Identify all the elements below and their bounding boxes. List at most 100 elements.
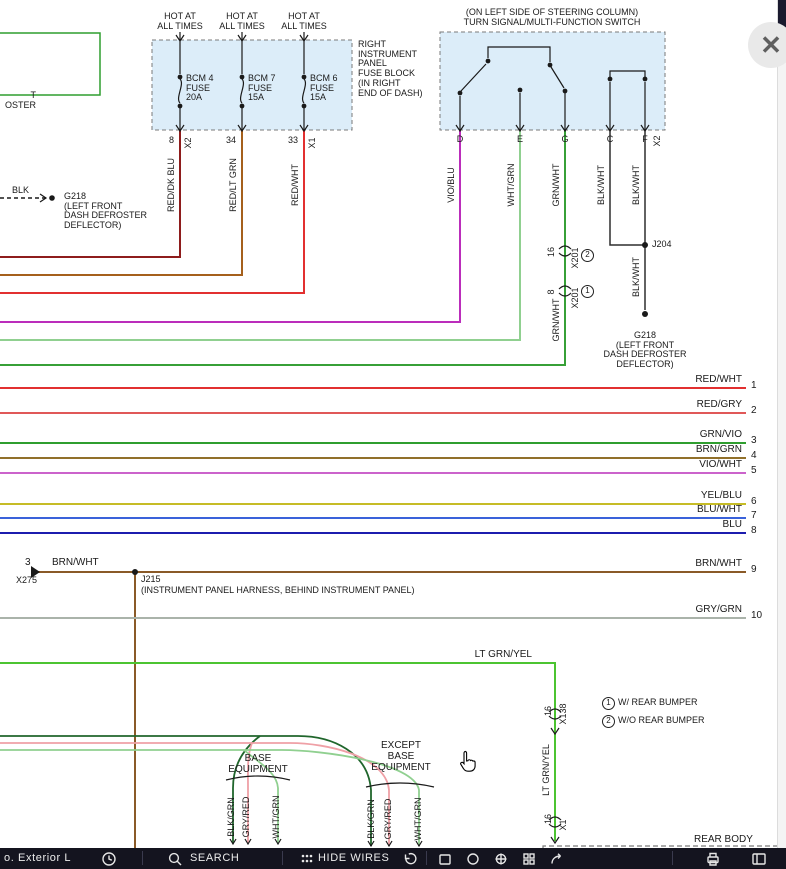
j204-label: J204 bbox=[652, 240, 672, 250]
undo-button[interactable] bbox=[400, 850, 418, 868]
wire-label-blk-wht-c: BLK/WHT bbox=[596, 165, 606, 205]
fuse-3-label: BCM 6 FUSE 15A bbox=[310, 74, 338, 103]
wire-label-blk-wht-f: BLK/WHT bbox=[631, 165, 641, 205]
grid-button[interactable] bbox=[520, 850, 538, 868]
conn-x138: X138 bbox=[558, 703, 568, 724]
print-button[interactable] bbox=[704, 850, 722, 868]
close-button[interactable]: ✕ bbox=[748, 22, 786, 68]
fuse-pin-8: 8 bbox=[154, 136, 174, 146]
panel-button[interactable] bbox=[750, 850, 768, 868]
toolbar-divider bbox=[282, 851, 283, 865]
component-label-fragment: T OSTER bbox=[0, 91, 36, 110]
run-2-label: RED/GRY bbox=[640, 400, 742, 411]
run-10-label: GRY/GRN bbox=[640, 605, 742, 616]
switch-title: (ON LEFT SIDE OF STEERING COLUMN) TURN S… bbox=[464, 8, 641, 27]
cursor-pointer-icon bbox=[458, 750, 478, 774]
run-2-num: 2 bbox=[751, 406, 757, 417]
close-icon: ✕ bbox=[760, 30, 782, 61]
x201-pin-8: 8 bbox=[546, 289, 556, 294]
turn-signal-switch-box bbox=[440, 32, 665, 130]
hot-label-3: HOT AT ALL TIMES bbox=[281, 12, 327, 31]
grid-icon bbox=[521, 851, 537, 867]
note-wo-rear-bumper: 2W/O REAR BUMPER bbox=[602, 705, 705, 728]
j215-note: (INSTRUMENT PANEL HARNESS, BEHIND INSTRU… bbox=[141, 586, 415, 596]
hot-label-2: HOT AT ALL TIMES bbox=[219, 12, 265, 31]
wiring-diagram-viewer: T OSTER BLK G218 (LEFT FRONT DASH DEFROS… bbox=[0, 0, 786, 869]
except-wire-blk-grn: BLK/GRN bbox=[366, 799, 376, 839]
x201-note-1: 1 bbox=[581, 285, 597, 298]
circled-2: 2 bbox=[581, 249, 594, 262]
run-4-label: BRN/GRN bbox=[640, 445, 742, 456]
splice-dot-left bbox=[49, 195, 55, 201]
run-10-num: 10 bbox=[751, 611, 762, 622]
base-bracket bbox=[226, 776, 290, 780]
circled-1: 1 bbox=[581, 285, 594, 298]
fuse-pin-34: 34 bbox=[216, 136, 236, 146]
toolbar-divider bbox=[142, 851, 143, 865]
x201-pin-16: 16 bbox=[546, 247, 556, 257]
base-equipment-title: BASE EQUIPMENT bbox=[228, 754, 287, 776]
x1-pin-16: 16 bbox=[543, 814, 553, 824]
frame-icon bbox=[437, 851, 453, 867]
search-button[interactable] bbox=[166, 850, 184, 868]
run-1-num: 1 bbox=[751, 381, 757, 392]
toolbar-left-label[interactable]: o. Exterior L bbox=[4, 852, 71, 864]
run-7-num: 7 bbox=[751, 511, 757, 522]
frame-button[interactable] bbox=[436, 850, 454, 868]
run-9-label: BRN/WHT bbox=[640, 559, 742, 570]
search-label[interactable]: SEARCH bbox=[190, 852, 239, 864]
wire-label-red-ltgrn: RED/LT GRN bbox=[228, 158, 238, 212]
lt-grn-yel-label: LT GRN/YEL bbox=[440, 650, 532, 661]
fuse-2-label: BCM 7 FUSE 15A bbox=[248, 74, 276, 103]
junction-j204 bbox=[642, 242, 648, 248]
switch-pin-d: D bbox=[457, 135, 464, 145]
blk-wire-label: BLK bbox=[12, 186, 29, 196]
wire-label-grn-wht: GRN/WHT bbox=[551, 164, 561, 207]
x201-conn-2: X201 bbox=[570, 287, 580, 308]
hide-wires-label[interactable]: HIDE WIRES bbox=[318, 852, 389, 864]
wire-grn-wht bbox=[0, 130, 565, 365]
wire-label-vio-blu: VIO/BLU bbox=[446, 167, 456, 203]
circle-button[interactable] bbox=[464, 850, 482, 868]
wires-button[interactable] bbox=[298, 850, 316, 868]
scrollbar[interactable] bbox=[777, 0, 786, 848]
lt-grn-yel-vlabel: LT GRN/YEL bbox=[541, 744, 551, 796]
fuse-1-label: BCM 4 FUSE 20A bbox=[186, 74, 214, 103]
defroster-component-box bbox=[0, 33, 100, 95]
history-icon bbox=[101, 851, 117, 867]
run-5-label: VIO/WHT bbox=[640, 460, 742, 471]
circle-icon bbox=[465, 851, 481, 867]
conn-x275: X275 bbox=[16, 576, 37, 586]
fuse-pin-33: 33 bbox=[278, 136, 298, 146]
hot-label-1: HOT AT ALL TIMES bbox=[157, 12, 203, 31]
wire-label-grn-wht-lower: GRN/WHT bbox=[551, 299, 561, 342]
history-button[interactable] bbox=[100, 850, 118, 868]
circled-2: 2 bbox=[602, 715, 615, 728]
fuse-conn-x2: X2 bbox=[183, 137, 193, 148]
except-base-equipment-title: EXCEPT BASE EQUIPMENT bbox=[371, 741, 430, 773]
run-9-left-label: BRN/WHT bbox=[52, 558, 99, 569]
ground-g218-dot bbox=[642, 311, 648, 317]
except-wire-gry-red: GRY/RED bbox=[383, 799, 393, 840]
switch-pin-g: G bbox=[561, 135, 568, 145]
fuse-conn-x1: X1 bbox=[307, 137, 317, 148]
run-6-num: 6 bbox=[751, 497, 757, 508]
undo-icon bbox=[401, 851, 417, 867]
run-9-pin: 3 bbox=[25, 558, 31, 569]
run-1-label: RED/WHT bbox=[640, 375, 742, 386]
share-button[interactable] bbox=[548, 850, 566, 868]
toolbar-divider bbox=[672, 851, 673, 865]
x201-note-2: 2 bbox=[581, 249, 597, 262]
printer-icon bbox=[705, 851, 721, 867]
base-wire-gry-red: GRY/RED bbox=[241, 797, 251, 838]
except-wire-wht-grn: WHT/GRN bbox=[413, 798, 423, 841]
wire-label-wht-grn: WHT/GRN bbox=[506, 164, 516, 207]
note-text: W/O REAR BUMPER bbox=[618, 715, 705, 725]
target-button[interactable] bbox=[492, 850, 510, 868]
run-9-num: 9 bbox=[751, 565, 757, 576]
wire-gry-red-except bbox=[0, 743, 389, 846]
except-bracket bbox=[366, 783, 434, 787]
switch-pin-e: E bbox=[517, 135, 523, 145]
switch-pin-c: C bbox=[607, 135, 614, 145]
j215-label: J215 bbox=[141, 575, 161, 585]
